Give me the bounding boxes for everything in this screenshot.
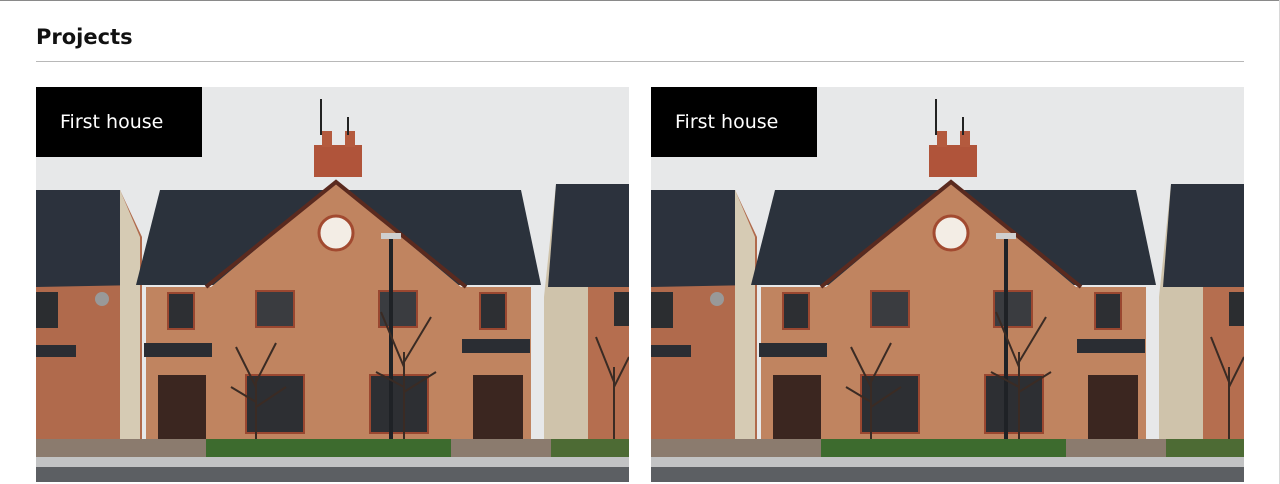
section-divider [36,61,1244,62]
project-card[interactable]: First house [651,87,1244,482]
projects-section: Projects First house First house [36,22,1244,482]
window-top-border [0,0,1280,1]
section-title: Projects [36,25,133,49]
project-grid: First house First house [36,87,1244,482]
project-card-title[interactable]: First house [651,87,817,157]
project-card[interactable]: First house [36,87,629,482]
project-card-title[interactable]: First house [36,87,202,157]
